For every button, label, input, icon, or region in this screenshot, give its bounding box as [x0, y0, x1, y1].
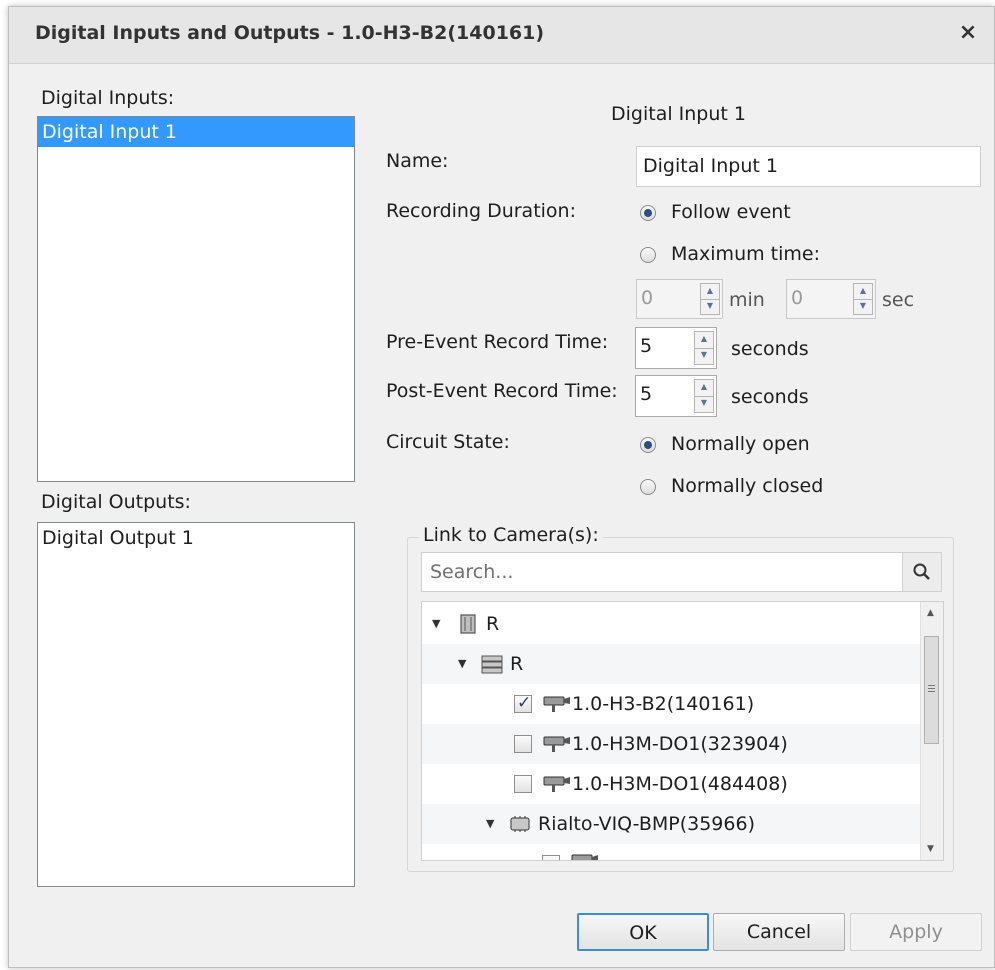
min-unit-label: min [729, 289, 765, 311]
name-label: Name: [386, 150, 449, 172]
spin-down-icon[interactable]: ▼ [854, 299, 872, 314]
spin-down-icon[interactable]: ▼ [695, 396, 713, 412]
scroll-down-icon[interactable]: ▼ [927, 844, 934, 854]
pre-event-value: 5 [640, 335, 653, 357]
tree-row-camera[interactable]: 1.0-H3M-DO1(484408) [422, 764, 921, 804]
max-seconds-stepper[interactable]: 0 ▲ ▼ [786, 279, 876, 319]
max-minutes-spin-buttons[interactable]: ▲ ▼ [700, 283, 720, 315]
tree-label: 1.0-H3-B2(140161) [572, 693, 755, 715]
tree-label: 1.0-H3M-DO1(323904) [572, 733, 788, 755]
title-bar: Digital Inputs and Outputs - 1.0-H3-B2(1… [9, 7, 994, 64]
search-icon [913, 563, 930, 580]
spin-down-icon[interactable]: ▼ [695, 348, 713, 364]
max-minutes-stepper[interactable]: 0 ▲ ▼ [636, 279, 723, 319]
camera-checkbox[interactable] [514, 775, 532, 793]
tree-scrollbar[interactable]: ▲ ▼ [920, 602, 943, 860]
expand-arrow-icon[interactable]: ▼ [432, 604, 440, 644]
digital-io-dialog: Digital Inputs and Outputs - 1.0-H3-B2(1… [8, 6, 995, 968]
list-item-digital-output-1[interactable]: Digital Output 1 [38, 523, 354, 553]
digital-inputs-list[interactable]: Digital Input 1 [37, 116, 355, 482]
maximum-time-radio[interactable] [640, 247, 656, 263]
normally-closed-label: Normally closed [671, 475, 824, 497]
cancel-button[interactable]: Cancel [713, 913, 845, 951]
search-button[interactable] [902, 553, 941, 591]
follow-event-label: Follow event [671, 201, 791, 223]
expand-arrow-icon[interactable]: ▼ [458, 644, 466, 684]
camera-tree[interactable]: ▼ R ▼ R ✓ 1.0-H3-B2(140161) 1.0-H3M-DO1(… [421, 601, 944, 861]
close-button[interactable]: × [954, 19, 982, 47]
camera-checkbox[interactable]: ✓ [514, 693, 532, 713]
spin-down-icon[interactable]: ▼ [701, 299, 719, 314]
checkmark-icon: ✓ [517, 693, 532, 713]
pre-event-label: Pre-Event Record Time: [386, 331, 609, 353]
max-seconds-spin-buttons[interactable]: ▲ ▼ [853, 283, 873, 315]
recording-duration-label: Recording Duration: [386, 200, 576, 222]
post-event-spin-buttons[interactable]: ▲ ▼ [694, 379, 714, 413]
camera-search-input[interactable]: Search... [430, 553, 513, 591]
dialog-title: Digital Inputs and Outputs - 1.0-H3-B2(1… [35, 22, 545, 44]
camera-icon [571, 854, 598, 860]
follow-event-radio[interactable] [640, 205, 656, 221]
post-event-value: 5 [640, 383, 653, 405]
name-input[interactable]: Digital Input 1 [636, 146, 981, 187]
spin-up-icon[interactable]: ▲ [701, 284, 719, 300]
encoder-icon [510, 816, 530, 832]
pre-event-unit: seconds [731, 338, 809, 360]
tree-label: R [486, 613, 500, 635]
post-event-unit: seconds [731, 386, 809, 408]
tree-label: Rialto-VIQ-BMP(35966) [538, 813, 755, 835]
sec-unit-label: sec [882, 289, 915, 311]
digital-outputs-list[interactable]: Digital Output 1 [37, 522, 355, 887]
digital-inputs-label: Digital Inputs: [41, 87, 175, 109]
spin-up-icon[interactable]: ▲ [695, 332, 713, 349]
tree-row-partial[interactable] [422, 844, 921, 860]
scroll-thumb[interactable] [924, 636, 939, 744]
ok-button[interactable]: OK [577, 913, 709, 951]
maximum-time-label: Maximum time: [671, 243, 820, 265]
normally-open-radio[interactable] [640, 437, 656, 453]
expand-arrow-icon[interactable]: ▼ [486, 804, 494, 844]
max-seconds-value: 0 [791, 287, 804, 309]
link-cameras-title: Link to Camera(s): [419, 524, 603, 546]
post-event-stepper[interactable]: 5 ▲ ▼ [635, 375, 717, 417]
camera-icon [543, 776, 570, 792]
tree-row-camera[interactable]: 1.0-H3M-DO1(323904) [422, 724, 921, 764]
spin-up-icon[interactable]: ▲ [854, 284, 872, 300]
normally-open-label: Normally open [671, 433, 810, 455]
tree-row-site[interactable]: ▼ R [422, 604, 921, 644]
tree-row-encoder[interactable]: ▼ Rialto-VIQ-BMP(35966) [422, 804, 921, 844]
server-icon [481, 655, 503, 674]
detail-header: Digital Input 1 [611, 103, 746, 125]
apply-button[interactable]: Apply [850, 913, 982, 951]
camera-icon [543, 736, 570, 752]
camera-checkbox[interactable] [542, 855, 560, 860]
camera-search-box[interactable]: Search... [421, 552, 942, 592]
pre-event-spin-buttons[interactable]: ▲ ▼ [694, 331, 714, 365]
scroll-up-icon[interactable]: ▲ [927, 608, 934, 618]
post-event-label: Post-Event Record Time: [386, 380, 618, 402]
site-icon [460, 614, 476, 634]
list-item-digital-input-1[interactable]: Digital Input 1 [38, 117, 354, 147]
tree-row-camera[interactable]: ✓ 1.0-H3-B2(140161) [422, 684, 921, 724]
pre-event-stepper[interactable]: 5 ▲ ▼ [635, 327, 717, 369]
camera-checkbox[interactable] [514, 735, 532, 753]
normally-closed-radio[interactable] [640, 479, 656, 495]
max-minutes-value: 0 [641, 287, 654, 309]
tree-label: R [510, 653, 524, 675]
close-icon: × [958, 20, 978, 45]
digital-outputs-label: Digital Outputs: [41, 491, 191, 513]
tree-label: 1.0-H3M-DO1(484408) [572, 773, 788, 795]
tree-row-server[interactable]: ▼ R [422, 644, 921, 684]
spin-up-icon[interactable]: ▲ [695, 380, 713, 397]
camera-icon [543, 696, 570, 712]
circuit-state-label: Circuit State: [386, 431, 510, 453]
